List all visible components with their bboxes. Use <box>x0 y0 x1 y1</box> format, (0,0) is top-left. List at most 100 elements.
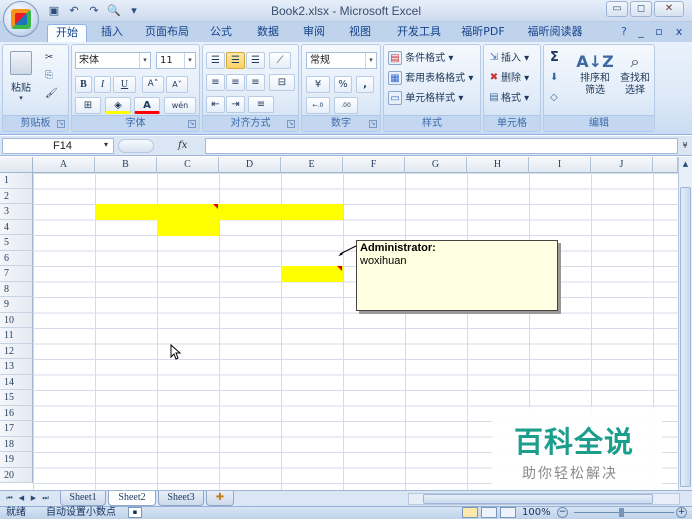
name-box[interactable]: F14 <box>2 138 114 154</box>
align-middle-button[interactable]: ☰ <box>226 52 245 69</box>
zoom-out-icon[interactable]: − <box>557 507 568 518</box>
decrease-decimal-button[interactable]: .00 →.0 <box>334 97 358 124</box>
zoom-in-icon[interactable]: + <box>676 507 687 518</box>
cell-styles-button[interactable]: ▭ 单元格样式 ▾ <box>388 91 463 106</box>
decrease-indent-button[interactable]: ⇤ <box>206 96 225 113</box>
cut-icon[interactable]: ✂ <box>45 51 53 65</box>
row-header[interactable]: 16 <box>0 405 33 421</box>
insert-function-button[interactable]: fx <box>178 138 192 154</box>
column-header-f[interactable]: F <box>343 157 405 173</box>
tab-page-layout[interactable]: 页面布局 <box>140 24 194 42</box>
sort-filter-button[interactable]: A↓Z 排序和筛选 <box>576 51 614 97</box>
italic-button[interactable]: I <box>94 76 111 93</box>
delete-cells-button[interactable]: ✖ 删除 ▾ <box>487 71 529 86</box>
phonetic-button[interactable]: wén <box>164 97 196 114</box>
highlighted-cells-row3[interactable] <box>95 204 343 220</box>
column-header-a[interactable]: A <box>33 157 95 173</box>
align-center-button[interactable]: ≡ <box>226 74 245 91</box>
number-launcher-icon[interactable]: ↘ <box>369 120 377 128</box>
highlighted-cell-e6[interactable] <box>281 266 343 282</box>
row-header[interactable]: 4 <box>0 219 33 235</box>
align-top-button[interactable]: ☰ <box>206 52 225 69</box>
row-header[interactable]: 3 <box>0 204 33 220</box>
page-break-view-icon[interactable] <box>500 507 516 518</box>
row-header[interactable]: 14 <box>0 374 33 390</box>
fill-icon[interactable]: ⬇ <box>550 71 558 85</box>
row-header[interactable]: 15 <box>0 390 33 406</box>
comment-indicator-icon[interactable] <box>337 266 342 271</box>
column-header-k[interactable] <box>653 157 678 173</box>
sheet-tab-1[interactable]: Sheet1 <box>60 491 106 506</box>
format-painter-icon[interactable]: 🖌 <box>45 87 58 101</box>
cell-comment[interactable]: Administrator: woxihuan <box>356 240 558 311</box>
horizontal-scrollbar[interactable] <box>408 493 680 505</box>
comma-button[interactable]: , <box>356 76 374 93</box>
sheet-tab-3[interactable]: Sheet3 <box>158 491 204 506</box>
font-name-combo[interactable]: 宋体 ▾ <box>75 52 151 69</box>
customize-toolbar-icon[interactable]: ▾ <box>126 3 142 19</box>
print-preview-icon[interactable]: 🔍 <box>106 3 122 19</box>
align-right-button[interactable]: ≡ <box>246 74 265 91</box>
highlighted-cell-c4[interactable] <box>157 219 219 236</box>
last-sheet-icon[interactable]: ⏭ <box>40 493 51 504</box>
grow-font-button[interactable]: A˄ <box>142 76 164 93</box>
align-bottom-button[interactable]: ☰ <box>246 52 265 69</box>
normal-view-icon[interactable] <box>462 507 478 518</box>
column-header-i[interactable]: I <box>529 157 591 173</box>
select-all-corner[interactable] <box>0 157 33 173</box>
bold-button[interactable]: B <box>75 76 92 93</box>
tab-insert[interactable]: 插入 <box>94 24 130 42</box>
ribbon-close-button[interactable]: x <box>674 24 684 42</box>
chevron-down-icon[interactable]: ▾ <box>104 140 108 149</box>
fill-color-button[interactable]: ◈ <box>105 97 131 114</box>
row-header[interactable]: 11 <box>0 328 33 344</box>
increase-decimal-button[interactable]: ←.0 .00 <box>306 97 330 124</box>
vertical-scroll-thumb[interactable] <box>680 187 691 487</box>
row-header[interactable]: 13 <box>0 359 33 375</box>
tab-review[interactable]: 审阅 <box>298 24 330 42</box>
format-cells-button[interactable]: ▤ 格式 ▾ <box>487 91 529 106</box>
column-header-d[interactable]: D <box>219 157 281 173</box>
row-header[interactable]: 17 <box>0 421 33 437</box>
formula-cancel-enter-icon[interactable] <box>118 139 154 153</box>
row-header[interactable]: 6 <box>0 250 33 266</box>
new-sheet-icon[interactable]: ✚ <box>206 491 234 506</box>
column-header-j[interactable]: J <box>591 157 653 173</box>
font-color-button[interactable]: A <box>134 97 160 114</box>
number-format-combo[interactable]: 常规 ▾ <box>306 52 377 69</box>
ribbon-restore-button[interactable]: ▫ <box>654 24 664 42</box>
redo-icon[interactable]: ↷ <box>86 3 102 19</box>
alignment-launcher-icon[interactable]: ↘ <box>287 120 295 128</box>
find-select-button[interactable]: ⌕ 查找和选择 <box>616 51 654 97</box>
zoom-slider[interactable] <box>574 512 674 513</box>
ribbon-minimize-button[interactable]: _ <box>636 24 646 42</box>
maximize-button[interactable]: ◻ <box>630 1 652 17</box>
row-header[interactable]: 10 <box>0 312 33 328</box>
row-header[interactable]: 12 <box>0 343 33 359</box>
help-icon[interactable]: ? <box>618 24 630 42</box>
column-header-e[interactable]: E <box>281 157 343 173</box>
page-layout-view-icon[interactable] <box>481 507 497 518</box>
wrap-text-button[interactable]: ≡ <box>248 96 274 113</box>
increase-indent-button[interactable]: ⇥ <box>226 96 245 113</box>
scroll-up-icon[interactable]: ▲ <box>679 157 692 171</box>
zoom-level[interactable]: 100% <box>522 507 551 519</box>
formula-input[interactable] <box>205 138 678 154</box>
merge-center-button[interactable]: ⊟ <box>269 74 295 91</box>
prev-sheet-icon[interactable]: ◀ <box>16 493 27 504</box>
insert-cells-button[interactable]: ⇲ 插入 ▾ <box>487 51 529 66</box>
next-sheet-icon[interactable]: ▶ <box>28 493 39 504</box>
tab-view[interactable]: 视图 <box>344 24 376 42</box>
minimize-button[interactable]: ▭ <box>606 1 628 17</box>
shrink-font-button[interactable]: A˅ <box>166 76 188 93</box>
column-header-g[interactable]: G <box>405 157 467 173</box>
clear-icon[interactable]: ◇ <box>550 91 558 105</box>
tab-foxit-reader[interactable]: 福昕阅读器 <box>524 24 586 42</box>
copy-icon[interactable]: ⎘ <box>45 69 53 83</box>
row-header[interactable]: 7 <box>0 266 33 282</box>
row-header[interactable]: 8 <box>0 281 33 297</box>
format-as-table-button[interactable]: ▦ 套用表格格式 ▾ <box>388 71 473 86</box>
currency-button[interactable]: ¥ <box>306 76 330 93</box>
border-button[interactable]: ⊞ <box>75 97 101 114</box>
comment-indicator-icon[interactable] <box>213 204 218 209</box>
